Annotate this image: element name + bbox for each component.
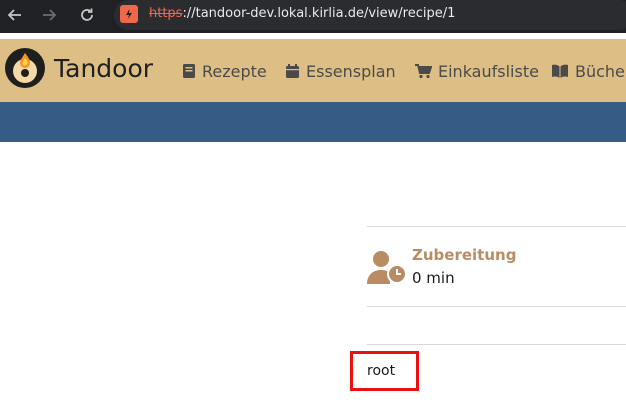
nav-item-rezepte[interactable]: Rezepte xyxy=(182,60,267,82)
divider xyxy=(367,226,626,227)
recipe-author[interactable]: root xyxy=(367,363,395,379)
open-book-icon xyxy=(552,64,568,78)
divider xyxy=(367,344,626,345)
url-scheme: https xyxy=(149,6,183,21)
secondary-navbar xyxy=(0,102,626,142)
app-navbar: Tandoor Rezepte Essensplan Einkaufsliste… xyxy=(0,39,626,102)
nav-item-einkaufsliste[interactable]: Einkaufsliste xyxy=(414,60,539,82)
preparation-label: Zubereitung xyxy=(412,246,517,264)
divider xyxy=(367,306,626,307)
url-path: ://tandoor-dev.lokal.kirlia.de/view/reci… xyxy=(182,6,456,21)
user-clock-icon xyxy=(367,251,407,284)
nav-item-label: Einkaufsliste xyxy=(438,61,539,81)
calendar-icon xyxy=(286,64,299,78)
insecure-site-icon[interactable] xyxy=(120,5,138,23)
reload-icon[interactable] xyxy=(76,4,98,26)
nav-item-label: Rezepte xyxy=(202,61,267,81)
preparation-time: 0 min xyxy=(412,269,455,287)
nav-item-label: Essensplan xyxy=(306,61,396,81)
brand-name[interactable]: Tandoor xyxy=(54,54,153,83)
tandoor-logo-icon[interactable] xyxy=(4,47,46,89)
book-icon xyxy=(183,64,195,78)
cart-icon xyxy=(415,64,432,79)
url-text[interactable]: https://tandoor-dev.lokal.kirlia.de/view… xyxy=(149,6,455,21)
nav-item-label: Büche xyxy=(575,61,625,81)
nav-item-buecher[interactable]: Büche xyxy=(551,60,625,82)
nav-item-essensplan[interactable]: Essensplan xyxy=(285,60,396,82)
address-bar[interactable]: https://tandoor-dev.lokal.kirlia.de/view… xyxy=(114,0,626,30)
forward-icon[interactable] xyxy=(38,4,60,26)
back-icon[interactable] xyxy=(4,4,26,26)
browser-toolbar: https://tandoor-dev.lokal.kirlia.de/view… xyxy=(0,0,626,33)
